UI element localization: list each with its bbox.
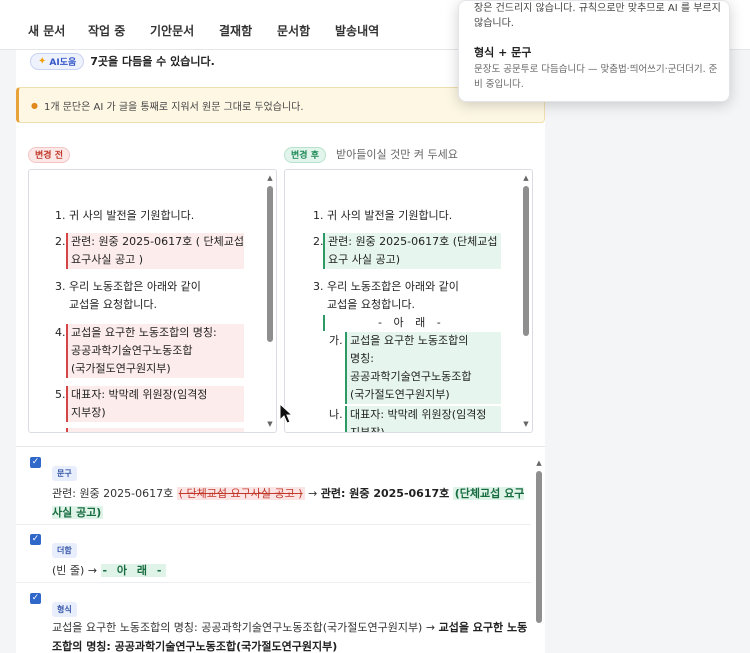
change-checkbox[interactable]: ✓	[30, 593, 41, 604]
change-before-text: 교섭을 요구한 노동조합의 명칭: 공공과학기술연구노동조합(국가절도연구원지부…	[52, 621, 439, 634]
before-pane[interactable]: 1. 귀 사의 발전을 기원합니다. 2. 관련: 원중 2025-0617호 …	[28, 169, 277, 433]
scroll-up-icon[interactable]: ▲	[266, 174, 274, 182]
change-type-tag: 문구	[52, 466, 77, 481]
change-item: ✓ 형식 교섭을 요구한 노동조합의 명칭: 공공과학기술연구노동조합(국가절도…	[16, 593, 531, 653]
scroll-up-icon[interactable]: ▲	[522, 174, 530, 182]
scroll-thumb[interactable]	[267, 186, 273, 342]
after-line-added: 공공과학기술연구노동조합	[345, 368, 501, 386]
after-hint: 받아들이실 것만 켜 두세요	[336, 148, 458, 161]
after-line: 1. 귀 사의 발전을 기원합니다.	[313, 209, 453, 222]
before-line-number: 4.	[55, 326, 66, 339]
ai-summary-row: ✦ AI도움 7곳을 다듬을 수 있습니다.	[30, 52, 215, 70]
after-line-number: 나.	[329, 408, 343, 421]
before-line-removed: 지부장)	[66, 404, 244, 422]
scroll-down-icon[interactable]: ▼	[266, 420, 274, 428]
change-checkbox[interactable]: ✓	[30, 534, 41, 545]
change-checkbox[interactable]: ✓	[30, 457, 41, 468]
change-type-tag: 형식	[52, 602, 77, 617]
inserted-text: - 아 래 -	[100, 564, 167, 577]
divider	[16, 524, 531, 525]
change-list: ✓ 문구 관련: 원중 2025-0617호 ( 단체교섭 요구사실 공고 ) …	[16, 446, 545, 653]
after-line-added: (국가절도연구원지부)	[345, 386, 501, 404]
scroll-thumb[interactable]	[536, 471, 542, 623]
after-line-added: 대표자: 박막례 위원장(임격정	[345, 406, 501, 424]
tab-drafts[interactable]: 기안문서	[150, 22, 194, 39]
before-line-removed: 공공과학기술연구노동조합	[66, 342, 244, 360]
before-line-removed: 관련: 원중 2025-0617호 ( 단체교섭	[66, 233, 244, 251]
tab-documents[interactable]: 문서함	[277, 22, 310, 39]
tab-approvals[interactable]: 결재함	[219, 22, 252, 39]
bullet-icon: ●	[31, 100, 38, 110]
before-label: 변경 전	[28, 147, 70, 163]
after-line-added: 관련: 원중 2025-0617호 (단체교섭	[323, 233, 501, 251]
before-scrollbar[interactable]: ▲ ▼	[266, 174, 274, 428]
change-text: 교섭을 요구한 노동조합의 명칭: 공공과학기술연구노동조합(국가절도연구원지부…	[52, 618, 530, 653]
popover-note: 장은 건드리지 않습니다. 규칙으로만 맞추므로 AI 를 부르지 않습니다.	[474, 3, 721, 29]
added-marker	[323, 315, 325, 331]
tab-sent[interactable]: 발송내역	[335, 22, 379, 39]
after-scrollbar[interactable]: ▲ ▼	[522, 174, 530, 428]
mode-popover: 장은 건드리지 않습니다. 규칙으로만 맞추므로 AI 를 부르지 않습니다. …	[458, 0, 730, 102]
ai-badge-label: AI도움	[49, 57, 77, 68]
before-line-removed: (국가절도연구원지부)	[66, 360, 244, 378]
scroll-up-icon[interactable]: ▲	[535, 459, 543, 467]
after-text: 1. 귀 사의 발전을 기원합니다. 2. 관련: 원중 2025-0617호 …	[285, 170, 518, 432]
before-line-removed: 대표자: 박막례 위원장(임격정	[66, 386, 244, 404]
change-item: ✓ 더함 (빈 줄) → - 아 래 -	[16, 534, 531, 582]
popover-option-desc: 문장도 공문투로 다듬습니다 — 맞춤법·띄어쓰기·군더더기. 준비 중입니다.	[474, 64, 718, 90]
change-text: 관련: 원중 2025-0617호 ( 단체교섭 요구사실 공고 ) → 관련:…	[52, 484, 530, 522]
after-line-number: 가.	[329, 334, 343, 347]
scroll-down-icon[interactable]: ▼	[522, 420, 530, 428]
arrow-icon: →	[304, 487, 321, 500]
scroll-thumb[interactable]	[523, 186, 529, 336]
change-type-tag: 더함	[52, 543, 77, 558]
change-before-text: 관련: 원중 2025-0617호	[52, 487, 177, 500]
after-pane[interactable]: 1. 귀 사의 발전을 기원합니다. 2. 관련: 원중 2025-0617호 …	[284, 169, 533, 433]
before-line-number: 2.	[55, 235, 66, 248]
tab-new-document[interactable]: 새 문서	[28, 22, 65, 39]
review-panel: ✦ AI도움 7곳을 다듬을 수 있습니다. ● 1개 문단은 AI 가 글을 …	[16, 50, 545, 653]
before-line: 1. 귀 사의 발전을 기원합니다.	[55, 209, 195, 222]
change-list-scrollbar[interactable]: ▲	[535, 459, 543, 653]
mouse-cursor-icon	[279, 403, 293, 424]
ai-help-badge[interactable]: ✦ AI도움	[30, 52, 85, 70]
before-line: 교섭을 요청합니다.	[69, 298, 157, 311]
after-line-added: 교섭을 요구한 노동조합의	[345, 332, 501, 350]
change-after-text: 관련: 원중 2025-0617호	[320, 487, 450, 500]
change-text: (빈 줄) → - 아 래 -	[52, 561, 530, 580]
before-line-number: 5.	[55, 388, 66, 401]
before-text: 1. 귀 사의 발전을 기원합니다. 2. 관련: 원중 2025-0617호 …	[29, 170, 262, 432]
after-line-added: 요구 사실 공고)	[323, 251, 501, 269]
after-line: 교섭을 요청합니다.	[327, 298, 415, 311]
after-line-added: 명칭:	[345, 350, 501, 368]
after-line-number: 2.	[313, 235, 324, 248]
deleted-text: ( 단체교섭 요구사실 공고 )	[176, 487, 305, 500]
ai-suggestion-count: 7곳을 다듬을 수 있습니다.	[90, 55, 215, 68]
before-line-removed: 요구사실 공고 )	[66, 251, 244, 269]
before-line-removed	[66, 428, 244, 432]
after-line: 3. 우리 노동조합은 아래와 같이	[313, 280, 459, 293]
after-label: 변경 후	[284, 147, 326, 163]
before-line: 3. 우리 노동조합은 아래와 같이	[55, 280, 201, 293]
after-line-added: - 아 래 -	[378, 316, 445, 329]
before-line-removed: 교섭을 요구한 노동조합의 명칭:	[66, 324, 244, 342]
after-line-added: 지부장)	[345, 424, 501, 432]
popover-option-title[interactable]: 형식 + 문구	[474, 44, 531, 60]
tab-in-progress[interactable]: 작업 중	[88, 22, 125, 39]
change-item: ✓ 문구 관련: 원중 2025-0617호 ( 단체교섭 요구사실 공고 ) …	[16, 455, 531, 521]
divider	[16, 582, 531, 583]
sparkle-icon: ✦	[38, 55, 47, 67]
change-before-text: (빈 줄) →	[52, 564, 101, 577]
warning-text: 1개 문단은 AI 가 글을 통째로 지워서 원문 그대로 두었습니다.	[43, 101, 304, 113]
